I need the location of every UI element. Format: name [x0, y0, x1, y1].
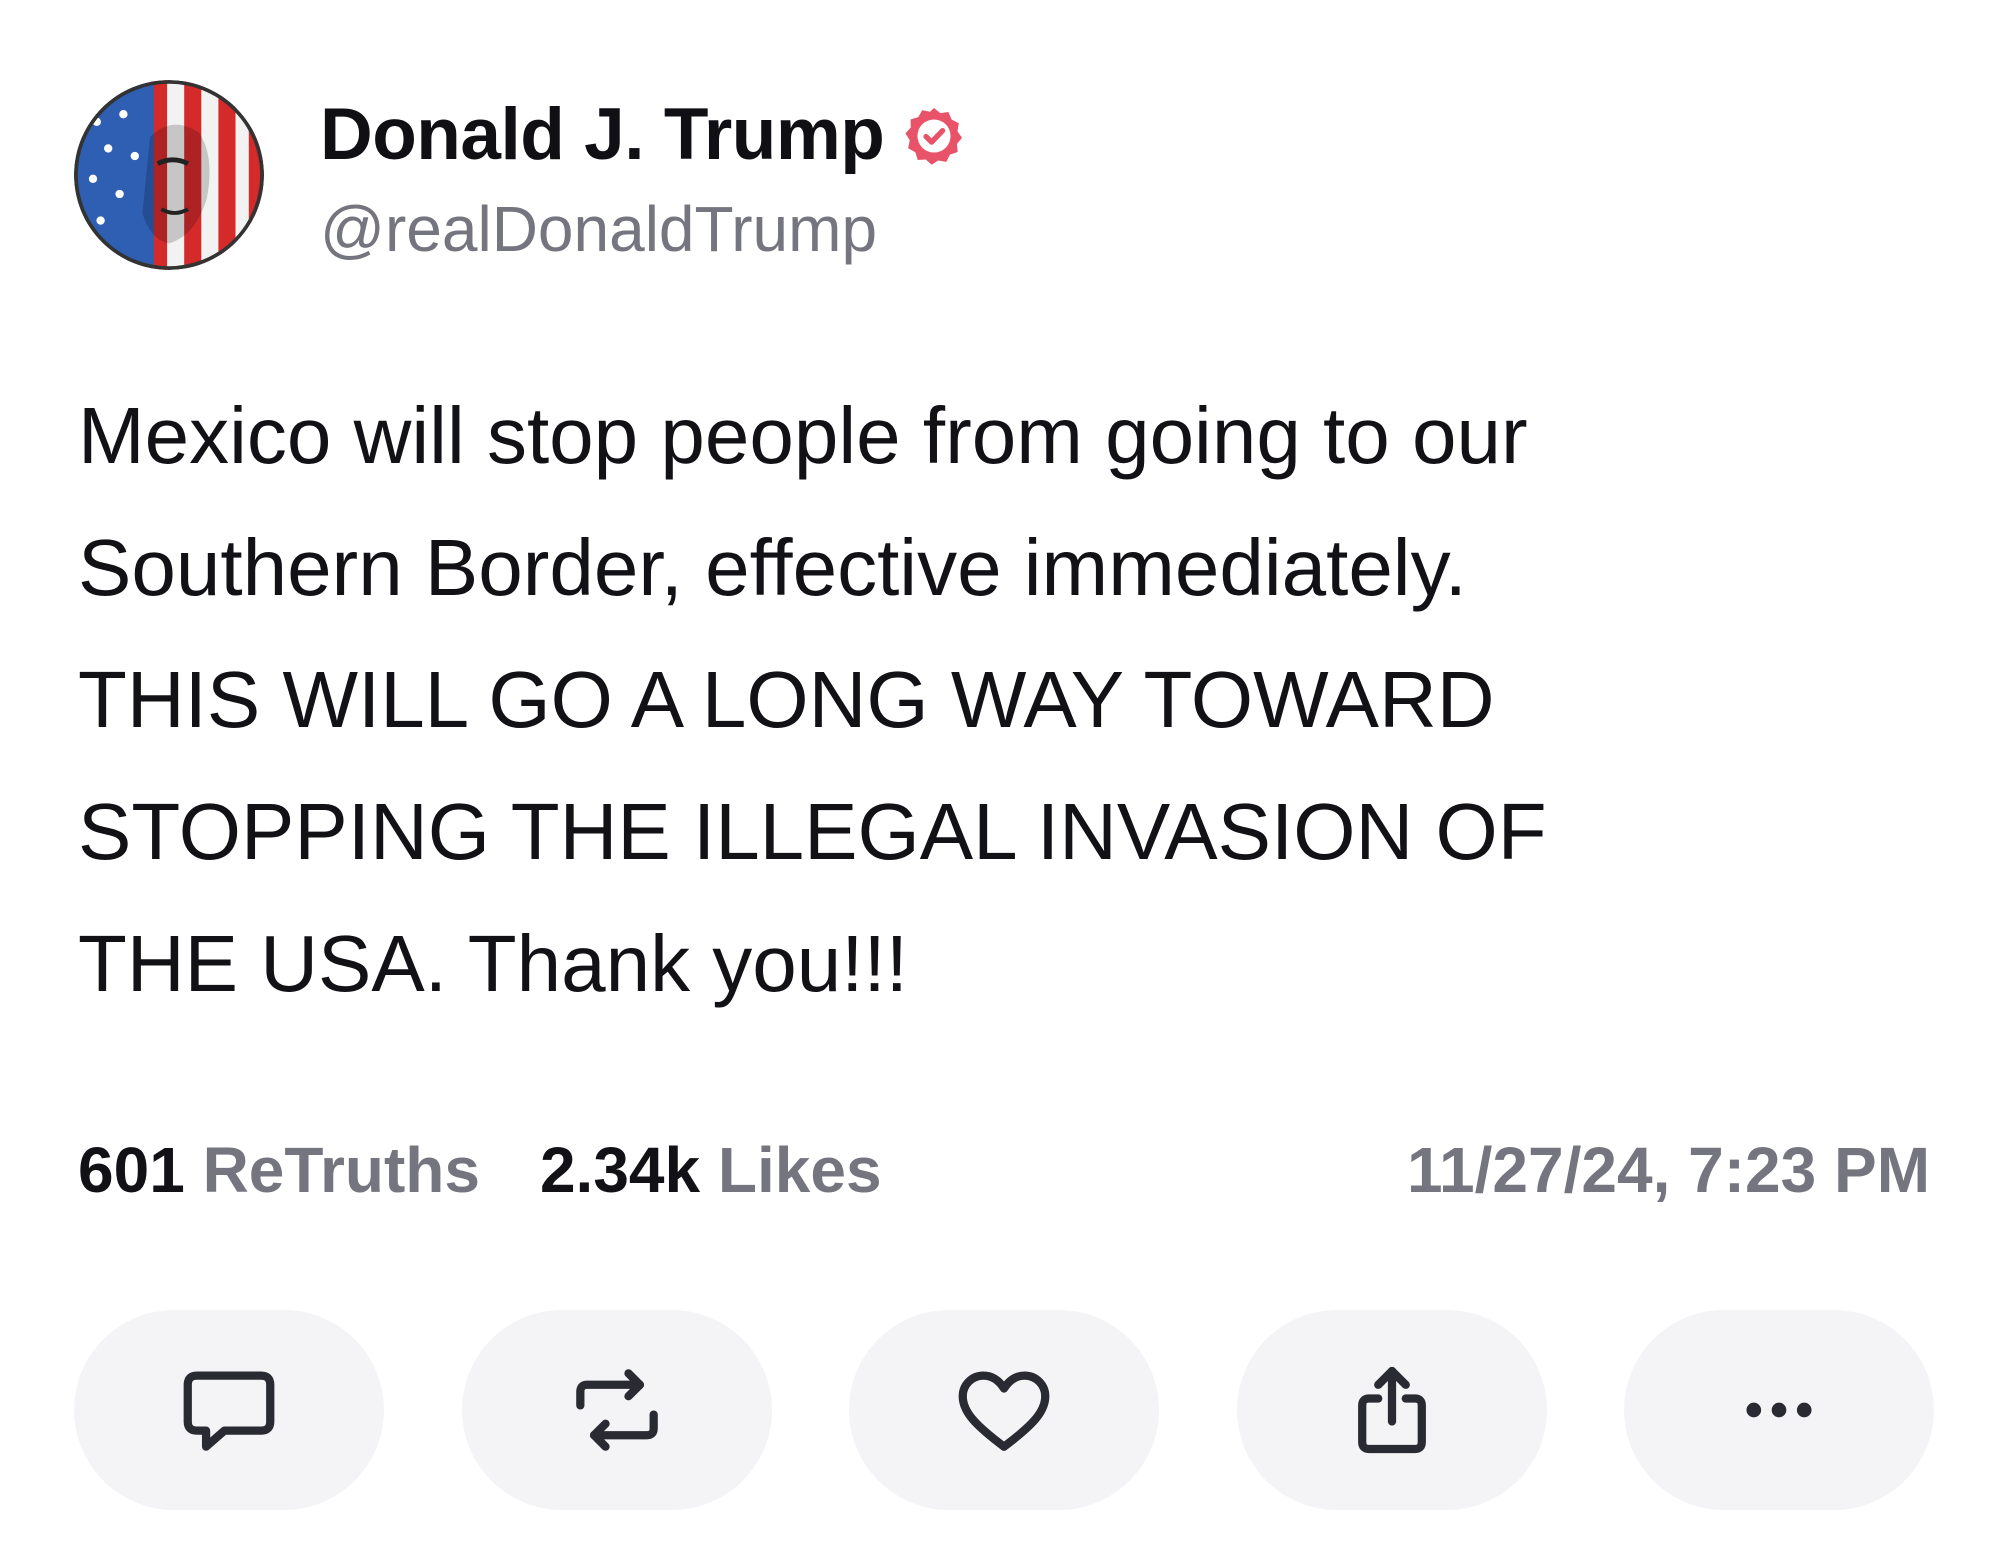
reply-button[interactable] — [74, 1310, 384, 1510]
retruths-label: ReTruths — [202, 1134, 480, 1206]
likes-label: Likes — [717, 1134, 882, 1206]
share-icon — [1357, 1366, 1426, 1454]
avatar-image — [74, 80, 264, 270]
action-bar — [74, 1310, 1934, 1510]
heart-icon — [958, 1371, 1050, 1451]
retruths-stat[interactable]: 601 ReTruths — [78, 1133, 480, 1207]
post-text-line: Mexico will stop people from going to ou… — [78, 391, 1528, 480]
post-text-line: THE USA. Thank you!!! — [78, 919, 908, 1008]
comment-icon — [183, 1371, 275, 1451]
post-timestamp: 11/27/24, 7:23 PM — [1406, 1134, 1930, 1206]
post-text-line: Southern Border, effective immediately. — [78, 523, 1467, 612]
avatar[interactable] — [74, 80, 264, 270]
post-card: Donald J. Trump @realDonaldTrump Mexico … — [0, 0, 2000, 1556]
more-icon — [1746, 1402, 1812, 1418]
display-name[interactable]: Donald J. Trump — [320, 93, 885, 176]
retruths-count: 601 — [78, 1134, 185, 1206]
repost-icon — [575, 1369, 658, 1451]
post-text: Mexico will stop people from going to ou… — [78, 370, 1938, 1030]
likes-stat[interactable]: 2.34k Likes — [540, 1133, 882, 1207]
more-button[interactable] — [1624, 1310, 1934, 1510]
likes-count: 2.34k — [539, 1134, 701, 1206]
like-button[interactable] — [849, 1310, 1159, 1510]
author-name-row: Donald J. Trump — [320, 92, 966, 176]
author-handle[interactable]: @realDonaldTrump — [320, 192, 877, 266]
retruth-button[interactable] — [461, 1310, 772, 1510]
post-text-line: STOPPING THE ILLEGAL INVASION OF — [78, 787, 1547, 876]
share-button[interactable] — [1236, 1310, 1547, 1510]
verified-badge-icon — [902, 104, 966, 168]
post-stats: 601 ReTruths 2.34k Likes 11/27/24, 7:23 … — [78, 1125, 1930, 1215]
post-text-line: THIS WILL GO A LONG WAY TOWARD — [78, 655, 1495, 744]
